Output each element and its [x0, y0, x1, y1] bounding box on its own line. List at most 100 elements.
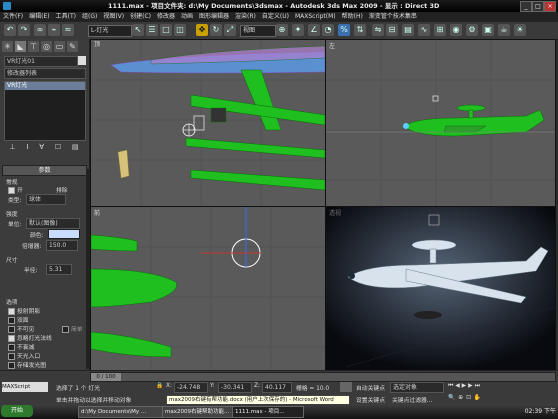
units-dropdown[interactable]: 默认(图像)	[26, 218, 80, 229]
configure-modifier-sets-icon[interactable]: ▤	[72, 143, 79, 153]
modify-tab-icon[interactable]: ◣	[15, 41, 26, 52]
menu-item-12[interactable]: 帮助(H)	[339, 12, 366, 22]
scale-icon[interactable]: ⤢	[224, 24, 236, 36]
option-checkbox-5[interactable]: 天光入口	[8, 351, 88, 360]
multiplier-spinner[interactable]: 150.0	[46, 240, 78, 251]
pin-stack-icon[interactable]: ⊥	[9, 143, 15, 153]
minimize-button[interactable]: _	[520, 1, 532, 12]
select-icon[interactable]: ↖	[132, 24, 144, 36]
menu-item-9[interactable]: 渲染(R)	[232, 12, 259, 22]
unlink-icon[interactable]: ⌁	[48, 24, 60, 36]
taskbar-item-word[interactable]: max2009右键帮助功能...	[162, 406, 234, 418]
option-checkbox-3[interactable]: 忽略灯光法线	[8, 333, 88, 342]
motion-tab-icon[interactable]: ◎	[41, 41, 52, 52]
stack-item[interactable]: VR灯光	[5, 82, 85, 90]
menu-item-10[interactable]: 自定义(U)	[259, 12, 292, 22]
menu-item-13[interactable]: 渐变管个技术集串	[366, 12, 420, 22]
menu-item-1[interactable]: 编辑(E)	[26, 12, 52, 22]
layer-icon[interactable]: ▤	[402, 24, 414, 36]
display-tab-icon[interactable]: ▭	[54, 41, 65, 52]
maxscript-listener[interactable]: MAXScript	[2, 382, 48, 392]
exclude-button[interactable]: 排除	[56, 185, 68, 194]
option-checkbox-6[interactable]: 存储发光图	[8, 360, 88, 369]
quick-render-icon[interactable]: ☕	[498, 24, 510, 36]
time-slider-thumb[interactable]: 0 / 100	[91, 373, 121, 381]
viewport-perspective[interactable]: 透视	[325, 206, 556, 372]
hierarchy-tab-icon[interactable]: ⊤	[28, 41, 39, 52]
menu-item-8[interactable]: 图形编辑器	[196, 12, 232, 22]
select-by-name-icon[interactable]: ☰	[146, 24, 158, 36]
align-icon[interactable]: ⊟	[386, 24, 398, 36]
playback-controls[interactable]: ⏮◀▶▶⏭	[448, 383, 482, 390]
command-panel-scrollbar[interactable]	[86, 169, 89, 369]
set-key-button[interactable]: 设置关键点	[356, 395, 385, 404]
time-slider[interactable]: 0 / 100	[90, 372, 556, 382]
key-mode-icon[interactable]	[340, 382, 352, 392]
lock-selection-icon[interactable]: 🔒	[156, 383, 163, 389]
y-coord-field[interactable]: -30.341	[218, 382, 252, 393]
menu-item-7[interactable]: 动画	[178, 12, 196, 22]
on-checkbox[interactable]: 开	[8, 185, 23, 194]
render-frame-icon[interactable]: ▣	[482, 24, 494, 36]
rect-select-icon[interactable]: □	[160, 24, 172, 36]
pivot-icon[interactable]: ⊕	[276, 24, 288, 36]
manipulate-icon[interactable]: ✦	[292, 24, 304, 36]
taskbar-item-3dsmax[interactable]: 1111.max - 项目...	[232, 406, 304, 418]
undo-icon[interactable]: ↶	[4, 24, 16, 36]
menu-item-11[interactable]: MAXScript(M)	[292, 12, 339, 22]
angle-snap-icon[interactable]: ◔	[322, 24, 334, 36]
viewport-left[interactable]: 左	[325, 39, 556, 207]
bind-icon[interactable]: ≈	[62, 24, 74, 36]
parameters-rollout-header[interactable]: 参数	[2, 165, 87, 176]
material-editor-icon[interactable]: ◉	[450, 24, 462, 36]
render-setup-icon[interactable]: ⚙	[466, 24, 478, 36]
menu-item-4[interactable]: 视图(V)	[100, 12, 127, 22]
create-tab-icon[interactable]: ✳	[2, 41, 13, 52]
modifier-list-dropdown[interactable]: 修改器列表	[4, 68, 86, 79]
menu-item-0[interactable]: 文件(F)	[0, 12, 26, 22]
maximize-button[interactable]: □	[532, 1, 544, 12]
menu-item-2[interactable]: 工具(T)	[53, 12, 79, 22]
object-color-swatch[interactable]	[78, 56, 86, 65]
type-dropdown[interactable]: 球体	[26, 194, 66, 205]
viewport-nav-controls[interactable]: 🔍⊕⊡✋	[448, 395, 484, 401]
window-crossing-icon[interactable]: ◫	[174, 24, 186, 36]
render-icon[interactable]: ☀	[514, 24, 526, 36]
rotate-icon[interactable]: ↻	[210, 24, 222, 36]
move-icon[interactable]: ✥	[196, 24, 208, 36]
radius-spinner[interactable]: 5.31	[46, 264, 72, 275]
close-button[interactable]: ×	[544, 1, 556, 12]
curve-editor-icon[interactable]: ∿	[418, 24, 430, 36]
mirror-icon[interactable]: ⇋	[372, 24, 384, 36]
menu-item-3[interactable]: 组(G)	[79, 12, 100, 22]
spinner-snap-icon[interactable]: ⇅	[354, 24, 366, 36]
option-checkbox-1[interactable]: 双面	[8, 315, 88, 324]
x-coord-field[interactable]: -24.748	[174, 382, 208, 393]
remove-modifier-icon[interactable]: ☐	[55, 143, 61, 153]
reference-coord-dropdown[interactable]: 视图	[240, 25, 276, 37]
start-button[interactable]: 开始	[1, 405, 33, 417]
key-filters-button[interactable]: 关键点过滤器...	[392, 395, 432, 404]
simple-checkbox[interactable]: 简单	[62, 324, 83, 333]
key-selection-dropdown[interactable]: 选定对象	[390, 382, 444, 393]
option-checkbox-0[interactable]: 投射阴影	[8, 306, 88, 315]
menu-item-5[interactable]: 创建(C)	[127, 12, 154, 22]
object-name-field[interactable]: VR灯光01	[4, 56, 78, 67]
schematic-icon[interactable]: ⊞	[434, 24, 446, 36]
taskbar-item-explorer[interactable]: d:\My Documents\My ...	[78, 406, 164, 418]
z-coord-field[interactable]: 40.117	[262, 382, 292, 393]
make-unique-icon[interactable]: ∀	[39, 143, 44, 153]
percent-snap-icon[interactable]: %	[338, 24, 350, 36]
viewport-front[interactable]: 前	[90, 206, 326, 372]
selection-filter-dropdown[interactable]: L-灯光	[88, 25, 132, 37]
utilities-tab-icon[interactable]: ✎	[67, 41, 78, 52]
viewport-top[interactable]: 顶	[90, 39, 326, 207]
color-swatch[interactable]	[48, 229, 80, 239]
option-checkbox-4[interactable]: 不衰减	[8, 342, 88, 351]
redo-icon[interactable]: ↷	[18, 24, 30, 36]
menu-item-6[interactable]: 修改器	[154, 12, 178, 22]
show-end-result-icon[interactable]: Ⅰ	[26, 143, 28, 153]
auto-key-button[interactable]: 自动关键点	[356, 383, 385, 392]
snap-icon[interactable]: ∠	[308, 24, 320, 36]
link-icon[interactable]: ∞	[34, 24, 46, 36]
